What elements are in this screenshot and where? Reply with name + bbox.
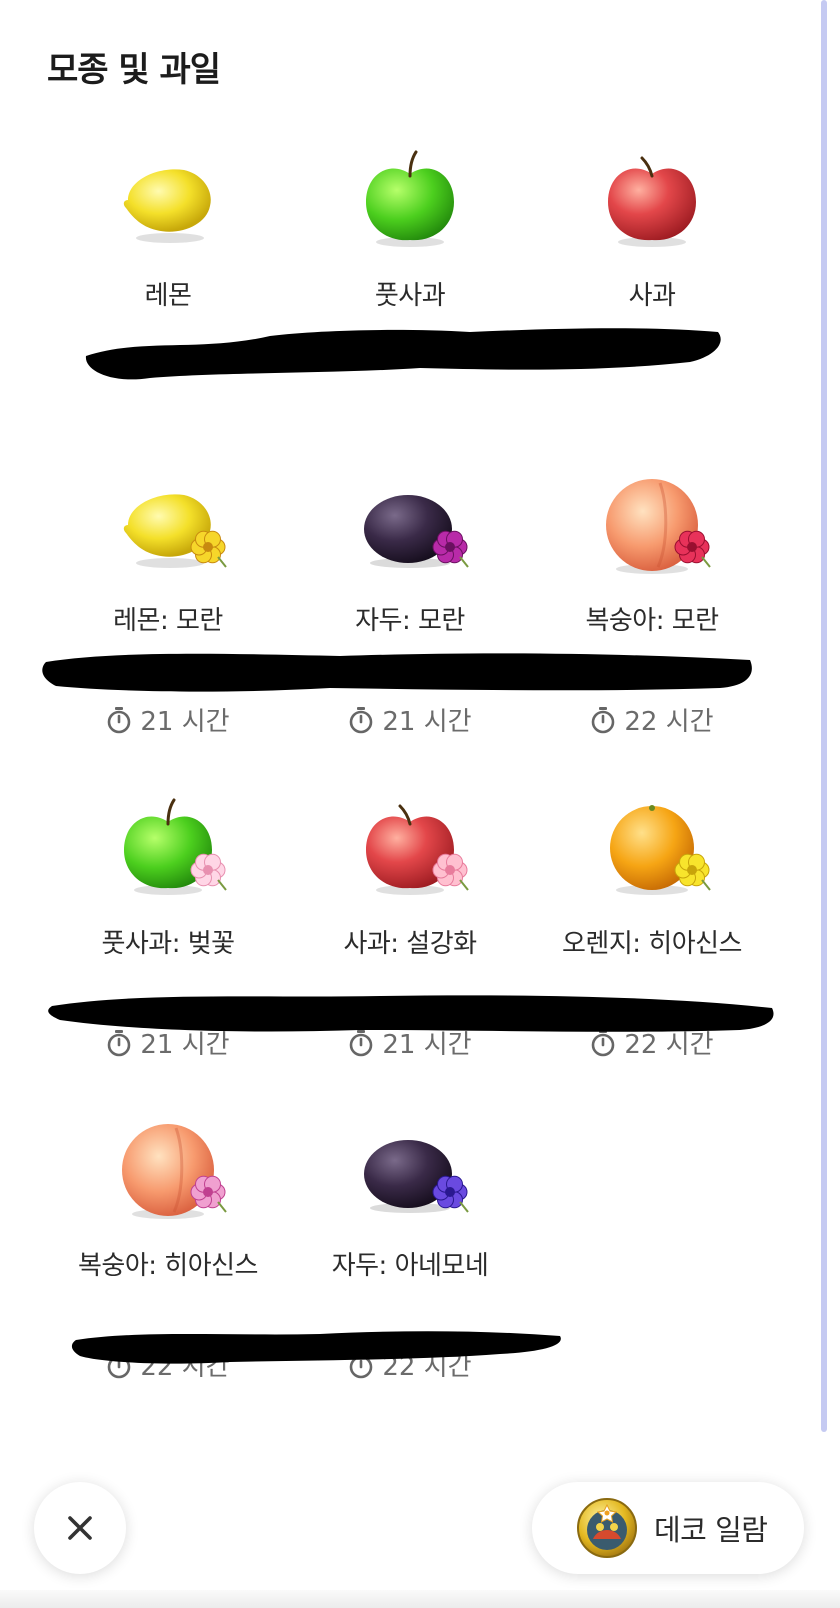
deco-badge-icon: [577, 1498, 637, 1558]
deco-list-label: 데코 일람: [654, 1513, 768, 1547]
deco-list-button[interactable]: 데코 일람: [532, 1482, 804, 1574]
redaction-mark: [42, 653, 752, 692]
close-button[interactable]: [34, 1482, 126, 1574]
close-icon: [68, 1516, 92, 1540]
redaction-mark: [48, 995, 774, 1032]
redaction-scribbles: [42, 328, 774, 1364]
bottom-edge: [0, 1590, 840, 1608]
redaction-mark: [85, 328, 721, 380]
redaction-mark: [71, 1331, 561, 1364]
seedlings-and-fruits-panel: 모종 및 과일 레몬 풋사과 사과 레몬: 모란 21 시간 자두: 모란 21…: [0, 0, 840, 1608]
